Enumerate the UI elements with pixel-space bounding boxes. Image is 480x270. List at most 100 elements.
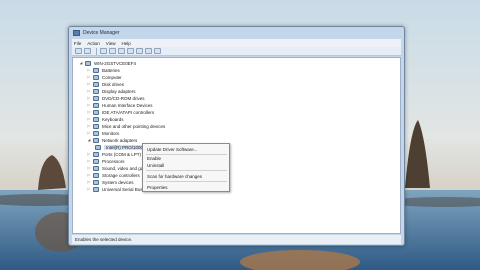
tree-item-hid[interactable]: ▷ Human Interface Devices bbox=[87, 102, 153, 108]
properties-icon[interactable] bbox=[109, 48, 116, 54]
tree-item-label: Keyboards bbox=[102, 116, 124, 122]
window-title: Device Manager bbox=[83, 29, 120, 36]
tree-item-label: Ports (COM & LPT) bbox=[102, 151, 142, 157]
context-menu: Update Driver Software... Enable Uninsta… bbox=[142, 143, 230, 192]
ide-controller-icon bbox=[93, 109, 99, 115]
device-tree-panel: ◢ WIN-2GSTVCE0EF4 ▷ Batteries ▷ Computer… bbox=[72, 57, 401, 234]
tree-item-monitors[interactable]: ▷ Monitors bbox=[87, 130, 119, 136]
tree-item-network-adapters[interactable]: ◢ Network adapters bbox=[87, 137, 137, 143]
tree-root-label: WIN-2GSTVCE0EF4 bbox=[94, 60, 137, 66]
menu-file[interactable]: File bbox=[74, 41, 81, 46]
storage-controller-icon bbox=[93, 172, 99, 178]
tree-item-processors[interactable]: ▷ Processors bbox=[87, 158, 125, 164]
expand-icon[interactable]: ▷ bbox=[87, 96, 91, 100]
collapse-icon[interactable]: ◢ bbox=[87, 138, 91, 142]
tree-item-network-device[interactable]: Intel(R) PRO/1000 bbox=[95, 144, 146, 150]
menu-bar: File Action View Help bbox=[72, 39, 401, 47]
dvd-drive-icon bbox=[93, 95, 99, 101]
expand-icon[interactable]: ▷ bbox=[87, 68, 91, 72]
network-adapter-icon bbox=[93, 137, 99, 143]
expand-icon[interactable]: ▷ bbox=[87, 89, 91, 93]
scan-hardware-icon[interactable] bbox=[136, 48, 143, 54]
tree-item-display-adapters[interactable]: ▷ Display adapters bbox=[87, 88, 136, 94]
expand-icon[interactable]: ▷ bbox=[87, 180, 91, 184]
uninstall-device-icon[interactable] bbox=[154, 48, 161, 54]
device-manager-window: Device Manager File Action View Help ◢ W… bbox=[68, 26, 405, 246]
ctx-separator bbox=[146, 170, 227, 171]
expand-icon[interactable]: ▷ bbox=[87, 166, 91, 170]
expand-icon[interactable]: ▷ bbox=[87, 124, 91, 128]
tree-item-label: Batteries bbox=[102, 67, 120, 73]
expand-icon[interactable]: ▷ bbox=[87, 187, 91, 191]
tree-item-label: Human Interface Devices bbox=[102, 102, 153, 108]
ctx-update-driver[interactable]: Update Driver Software... bbox=[147, 146, 198, 153]
computer-icon bbox=[93, 74, 99, 80]
expand-icon[interactable]: ▷ bbox=[87, 117, 91, 121]
ctx-enable[interactable]: Enable bbox=[147, 155, 161, 162]
ctx-properties[interactable]: Properties bbox=[147, 184, 168, 191]
expand-icon[interactable]: ▷ bbox=[87, 152, 91, 156]
tree-item-label: Processors bbox=[102, 158, 125, 164]
tree-item-label: Monitors bbox=[102, 130, 120, 136]
title-bar[interactable]: Device Manager bbox=[69, 27, 404, 38]
menu-view[interactable]: View bbox=[106, 41, 116, 46]
toolbar bbox=[72, 47, 401, 56]
keyboard-icon bbox=[93, 116, 99, 122]
expand-icon[interactable]: ▷ bbox=[87, 159, 91, 163]
tree-item-label: Disk drives bbox=[102, 81, 125, 87]
computer-icon bbox=[85, 60, 91, 66]
disk-drive-icon bbox=[93, 81, 99, 87]
help-icon[interactable] bbox=[118, 48, 125, 54]
update-driver-icon[interactable] bbox=[127, 48, 134, 54]
port-icon bbox=[93, 151, 99, 157]
collapse-icon[interactable]: ◢ bbox=[79, 61, 83, 65]
expand-icon[interactable]: ▷ bbox=[87, 173, 91, 177]
tree-item-system-devices[interactable]: ▷ System devices bbox=[87, 179, 134, 185]
expand-icon[interactable]: ▷ bbox=[87, 110, 91, 114]
tree-item-keyboards[interactable]: ▷ Keyboards bbox=[87, 116, 124, 122]
processor-icon bbox=[93, 158, 99, 164]
toolbar-separator bbox=[96, 47, 97, 55]
tree-item-dvd-drives[interactable]: ▷ DVD/CD-ROM drives bbox=[87, 95, 145, 101]
menu-help[interactable]: Help bbox=[121, 41, 130, 46]
tree-item-label: Network adapters bbox=[102, 137, 138, 143]
expand-icon[interactable]: ▷ bbox=[87, 75, 91, 79]
tree-item-disk-drives[interactable]: ▷ Disk drives bbox=[87, 81, 124, 87]
display-adapter-icon bbox=[93, 88, 99, 94]
ctx-uninstall[interactable]: Uninstall bbox=[147, 162, 164, 169]
forward-icon[interactable] bbox=[84, 48, 91, 54]
expand-icon[interactable]: ▷ bbox=[87, 82, 91, 86]
tree-item-label: Intel(R) PRO/1000 bbox=[104, 144, 146, 150]
tree-item-batteries[interactable]: ▷ Batteries bbox=[87, 67, 120, 73]
expand-icon[interactable]: ▷ bbox=[87, 131, 91, 135]
sound-icon bbox=[93, 165, 99, 171]
back-icon[interactable] bbox=[75, 48, 82, 54]
enable-device-icon[interactable] bbox=[145, 48, 152, 54]
tree-item-label: IDE ATA/ATAPI controllers bbox=[102, 109, 155, 115]
ctx-scan-hardware[interactable]: Scan for hardware changes bbox=[147, 173, 202, 180]
tree-root[interactable]: ◢ WIN-2GSTVCE0EF4 bbox=[79, 60, 136, 66]
menu-action[interactable]: Action bbox=[87, 41, 100, 46]
tree-item-label: System devices bbox=[102, 179, 134, 185]
tree-item-ide-controllers[interactable]: ▷ IDE ATA/ATAPI controllers bbox=[87, 109, 154, 115]
monitor-icon bbox=[93, 130, 99, 136]
tree-item-label: Storage controllers bbox=[102, 172, 140, 178]
tree-item-label: Display adapters bbox=[102, 88, 136, 94]
battery-icon bbox=[93, 67, 99, 73]
tree-item-label: DVD/CD-ROM drives bbox=[102, 95, 145, 101]
expand-icon[interactable]: ▷ bbox=[87, 103, 91, 107]
tree-item-label: Mice and other pointing devices bbox=[102, 123, 166, 129]
tree-item-ports[interactable]: ▷ Ports (COM & LPT) bbox=[87, 151, 141, 157]
usb-icon bbox=[93, 186, 99, 192]
system-device-icon bbox=[93, 179, 99, 185]
hid-icon bbox=[93, 102, 99, 108]
status-bar: Enables the selected device. bbox=[72, 235, 401, 244]
ctx-separator bbox=[146, 181, 227, 182]
tree-item-label: Computer bbox=[102, 74, 122, 80]
tree-item-storage[interactable]: ▷ Storage controllers bbox=[87, 172, 140, 178]
status-text: Enables the selected device. bbox=[75, 237, 133, 242]
tree-item-computer[interactable]: ▷ Computer bbox=[87, 74, 122, 80]
show-hide-tree-icon[interactable] bbox=[100, 48, 107, 54]
tree-item-mice[interactable]: ▷ Mice and other pointing devices bbox=[87, 123, 165, 129]
device-manager-icon bbox=[73, 29, 80, 36]
